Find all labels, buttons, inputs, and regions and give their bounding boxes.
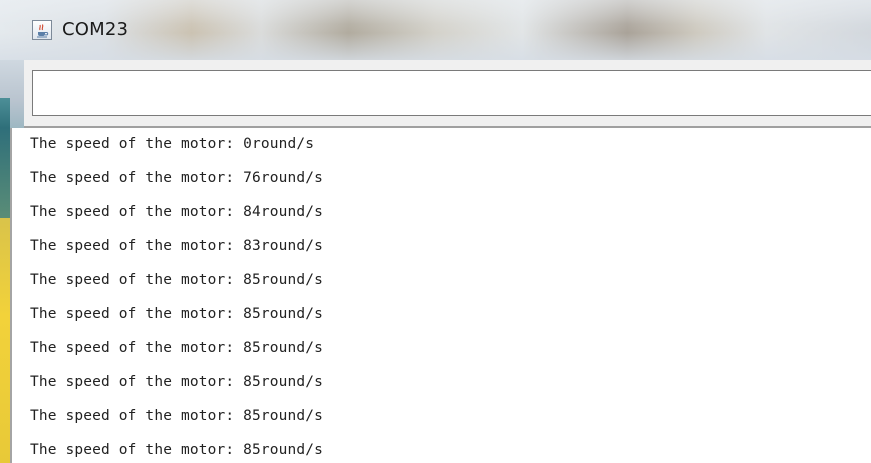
background-stripe-teal bbox=[0, 128, 10, 218]
background-stripe-yellow bbox=[0, 218, 10, 463]
output-line: The speed of the motor: 85round/s bbox=[30, 442, 324, 458]
output-line: The speed of the motor: 85round/s bbox=[30, 340, 324, 356]
window-title: COM23 bbox=[62, 19, 129, 40]
output-line: The speed of the motor: 83round/s bbox=[30, 238, 324, 254]
output-line: The speed of the motor: 84round/s bbox=[30, 204, 324, 220]
java-cup-icon[interactable] bbox=[32, 20, 52, 40]
output-line: The speed of the motor: 76round/s bbox=[30, 170, 324, 186]
output-line: The speed of the motor: 85round/s bbox=[30, 272, 324, 288]
output-line: The speed of the motor: 85round/s bbox=[30, 374, 324, 390]
serial-monitor-window: COM23 The speed of the motor: 0round/s T… bbox=[0, 0, 871, 463]
send-input[interactable] bbox=[32, 70, 871, 116]
serial-output-area[interactable]: The speed of the motor: 0round/s The spe… bbox=[24, 128, 871, 463]
window-frame-left-accent bbox=[0, 98, 10, 128]
output-line: The speed of the motor: 0round/s bbox=[30, 136, 315, 152]
title-bar-glass bbox=[0, 0, 871, 60]
output-line: The speed of the motor: 85round/s bbox=[30, 408, 324, 424]
output-left-border bbox=[10, 128, 24, 463]
output-line: The speed of the motor: 85round/s bbox=[30, 306, 324, 322]
